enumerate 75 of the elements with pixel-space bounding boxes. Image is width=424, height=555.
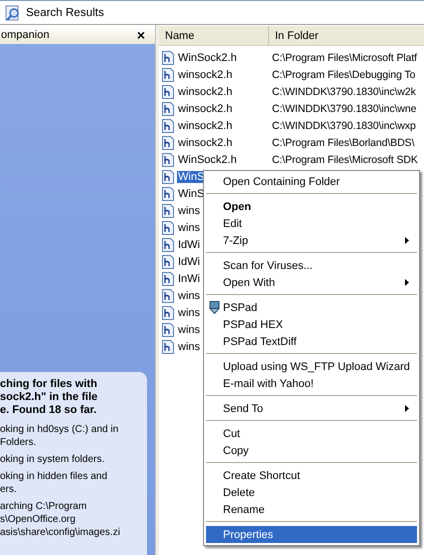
menu-item[interactable]: Create Shortcut <box>206 467 417 484</box>
file-icon <box>162 272 174 286</box>
folder-path: C:\Program Files\Debugging To <box>272 68 416 80</box>
file-icon <box>162 254 174 268</box>
file-icon <box>162 136 174 150</box>
file-icon <box>162 152 174 166</box>
file-name[interactable]: WinS <box>177 170 206 182</box>
close-button[interactable]: × <box>134 28 147 42</box>
file-icon <box>162 238 174 252</box>
file-icon <box>162 50 174 64</box>
menu-item[interactable]: Delete <box>206 484 417 501</box>
menu-item[interactable]: E-mail with Yahoo! <box>206 375 417 392</box>
file-name[interactable]: wins <box>177 204 202 216</box>
status-note: oking in hd0sys (C:) and in Folders. <box>0 423 120 449</box>
file-name[interactable]: WinSock2.h <box>177 52 238 64</box>
status-note: arching C:\Program s\OpenOffice.org asis\share\config\images.zi <box>0 500 122 539</box>
menu-item[interactable]: Cut <box>206 425 417 442</box>
file-icon <box>162 84 174 98</box>
file-icon <box>162 204 174 218</box>
file-icon <box>162 186 174 200</box>
file-icon <box>162 170 174 184</box>
menu-item[interactable]: Open Containing Folder <box>206 173 417 190</box>
folder-path: C:\Program Files\Microsoft SDK <box>272 154 418 166</box>
menu-item[interactable]: PSPad <box>206 299 417 316</box>
menu-item[interactable]: Open <box>206 198 417 215</box>
submenu-arrow-icon <box>405 405 409 412</box>
file-icon <box>162 118 174 132</box>
menu-item[interactable]: PSPad HEX <box>206 316 417 333</box>
file-name[interactable]: WinSock2.h <box>177 154 238 166</box>
folder-path: C:\WINDDK\3790.1830\inc\w2k <box>272 86 416 98</box>
file-name[interactable]: wins <box>177 324 202 336</box>
file-name[interactable]: winsock2.h <box>177 68 234 80</box>
menu-item[interactable]: Edit <box>206 215 417 232</box>
status-note: oking in hidden files and ers. <box>0 470 108 496</box>
submenu-arrow-icon <box>405 279 409 286</box>
menu-item[interactable]: Upload using WS_FTP Upload Wizard <box>206 358 417 375</box>
menu-item[interactable]: Send To <box>206 400 417 417</box>
folder-path: C:\WINDDK\3790.1830\inc\wxp <box>272 120 416 132</box>
menu-item[interactable]: PSPad TextDiff <box>206 333 417 350</box>
file-name[interactable]: wins <box>177 222 202 234</box>
file-name[interactable]: wins <box>177 306 202 318</box>
menu-item[interactable]: Properties <box>206 526 417 543</box>
file-icon <box>162 340 174 354</box>
menu-item[interactable]: Scan for Viruses... <box>206 257 417 274</box>
address-title: Search Results <box>26 6 104 18</box>
file-icon <box>162 220 174 234</box>
file-name[interactable]: winsock2.h <box>177 120 234 132</box>
file-icon <box>162 68 174 82</box>
file-icon <box>162 288 174 302</box>
menu-item[interactable]: Copy <box>206 442 417 459</box>
folder-path: C:\Program Files\Borland\BDS\ <box>272 136 414 148</box>
menu-item[interactable]: 7-Zip <box>206 232 417 249</box>
column-header[interactable]: In Folder <box>269 26 424 45</box>
file-name[interactable]: winsock2.h <box>177 86 234 98</box>
file-name[interactable]: winsock2.h <box>177 136 234 148</box>
folder-path: C:\WINDDK\3790.1830\inc\wne <box>272 102 416 114</box>
file-name[interactable]: wins <box>177 290 202 302</box>
menu-item[interactable]: Rename <box>206 501 417 518</box>
submenu-arrow-icon <box>405 237 409 244</box>
menu-item[interactable]: Open With <box>206 274 417 291</box>
file-name[interactable]: InWi <box>177 272 201 284</box>
column-header[interactable]: Name <box>159 26 269 45</box>
file-name[interactable]: IdWi <box>177 238 201 250</box>
file-name[interactable]: IdWi <box>177 256 201 268</box>
file-icon <box>162 102 174 116</box>
file-name[interactable]: WinS <box>177 188 206 200</box>
status-note: oking in system folders. <box>0 453 106 466</box>
pane-title: ompanion <box>1 29 50 41</box>
file-name[interactable]: winsock2.h <box>177 102 234 114</box>
file-icon <box>162 306 174 320</box>
search-icon <box>5 4 21 20</box>
file-name[interactable]: wins <box>177 340 202 352</box>
folder-path: C:\Program Files\Microsoft Platf <box>272 52 417 64</box>
status-heading: ching for files with sock2.h" in the file e. Found 18 so far. <box>0 378 99 417</box>
file-icon <box>162 322 174 336</box>
